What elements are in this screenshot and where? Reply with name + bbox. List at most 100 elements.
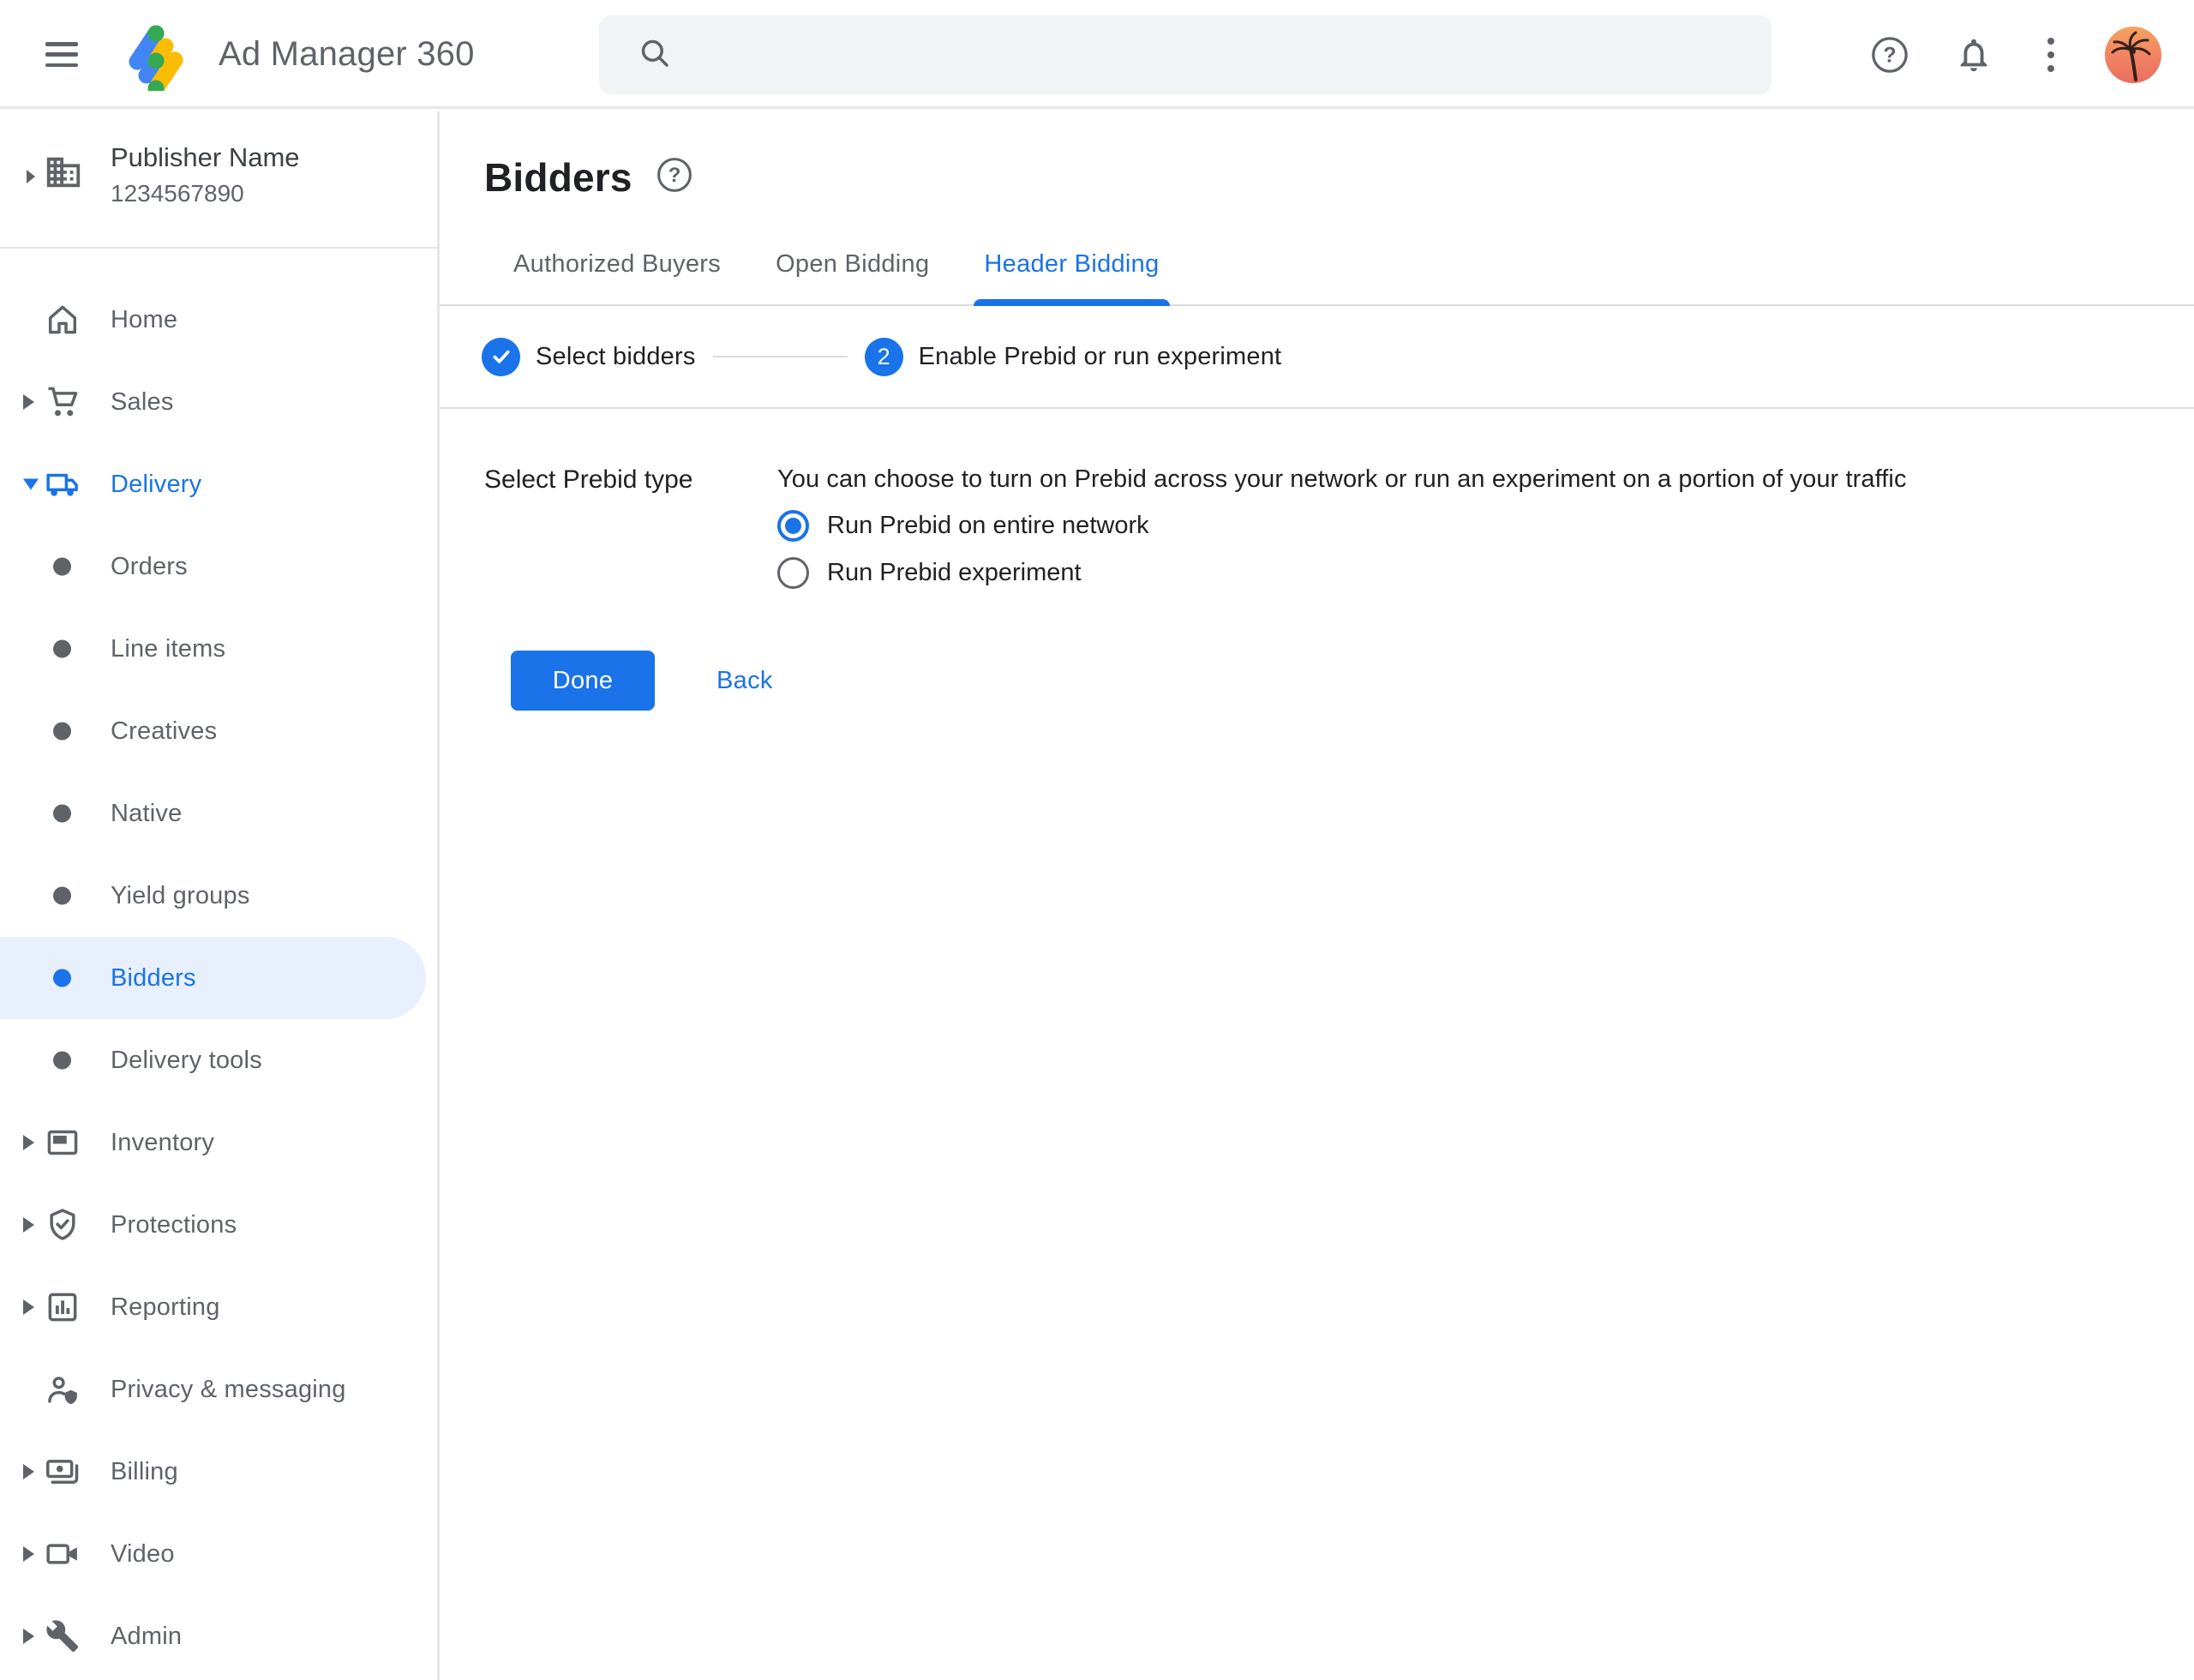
sidebar-item-label: Sales xyxy=(111,388,174,417)
sidebar-item-label: Video xyxy=(111,1540,175,1569)
sidebar-item-bidders[interactable]: Bidders xyxy=(0,937,426,1019)
more-options-icon[interactable] xyxy=(2038,38,2064,72)
form-field-label: Select Prebid type xyxy=(484,465,777,495)
bullet-icon xyxy=(53,887,71,905)
sidebar-item-delivery[interactable]: Delivery xyxy=(0,443,437,525)
sidebar-item-privacy-messaging[interactable]: Privacy & messaging xyxy=(0,1348,437,1431)
account-avatar[interactable] xyxy=(2105,27,2161,83)
sidebar-item-admin[interactable]: Admin xyxy=(0,1595,437,1677)
wrench-icon xyxy=(44,1617,81,1655)
sidebar-item-label: Bidders xyxy=(111,964,196,993)
radio-group: Run Prebid on entire network Run Prebid … xyxy=(777,507,2194,591)
expand-arrow-icon xyxy=(23,394,34,410)
expand-arrow-icon xyxy=(23,1217,34,1233)
sidebar-item-protections[interactable]: Protections xyxy=(0,1184,437,1266)
radio-unselected-icon[interactable] xyxy=(777,557,809,589)
collapse-arrow-icon xyxy=(23,479,39,490)
bullet-icon xyxy=(53,1052,71,1070)
truck-icon xyxy=(44,465,81,503)
ad-manager-logo-icon xyxy=(123,17,195,91)
bullet-icon xyxy=(53,558,71,576)
sidebar-item-creatives[interactable]: Creatives xyxy=(0,690,437,772)
step1-completed-check-icon xyxy=(482,338,520,376)
done-button[interactable]: Done xyxy=(511,651,655,711)
publisher-name: Publisher Name xyxy=(111,142,300,173)
publisher-switcher[interactable]: Publisher Name 1234567890 xyxy=(0,111,437,249)
bar-chart-icon xyxy=(44,1288,81,1326)
tab-authorized-buyers[interactable]: Authorized Buyers xyxy=(486,250,748,304)
sidebar-item-label: Billing xyxy=(111,1458,178,1486)
cart-icon xyxy=(44,383,81,421)
topbar-actions: ? xyxy=(1870,0,2161,109)
app-root: Ad Manager 360 ? xyxy=(0,0,2194,1680)
sidebar-item-reporting[interactable]: Reporting xyxy=(0,1266,437,1348)
bullet-icon xyxy=(53,969,71,987)
bullet-icon xyxy=(53,723,71,741)
expand-arrow-icon xyxy=(23,1464,34,1479)
notifications-bell-icon[interactable] xyxy=(1954,35,1993,75)
publisher-id: 1234567890 xyxy=(111,180,300,207)
bullet-icon xyxy=(53,805,71,823)
title-help-icon[interactable]: ? xyxy=(655,155,694,199)
sidebar-item-yield-groups[interactable]: Yield groups xyxy=(0,855,437,937)
sidebar-item-sales[interactable]: Sales xyxy=(0,361,437,443)
sidebar-item-label: Admin xyxy=(111,1623,182,1651)
chevron-right-icon xyxy=(25,168,37,189)
page-title: Bidders xyxy=(484,154,632,201)
sidebar-item-label: Line items xyxy=(111,635,225,663)
person-shield-icon xyxy=(44,1371,81,1408)
sidebar-item-delivery-tools[interactable]: Delivery tools xyxy=(0,1019,437,1101)
banknote-icon xyxy=(44,1453,81,1491)
search-input[interactable] xyxy=(599,15,1771,94)
sidebar: Publisher Name 1234567890 Home xyxy=(0,111,440,1680)
sidebar-item-video[interactable]: Video xyxy=(0,1513,437,1595)
home-icon xyxy=(44,301,81,339)
sidebar-item-label: Delivery tools xyxy=(111,1047,262,1075)
radio-option-entire-network[interactable]: Run Prebid on entire network xyxy=(777,507,2194,544)
stepper-connector xyxy=(713,356,848,357)
building-icon xyxy=(44,153,83,196)
radio-selected-icon[interactable] xyxy=(777,510,809,542)
sidebar-item-label: Reporting xyxy=(111,1293,220,1322)
sidebar-item-home[interactable]: Home xyxy=(0,279,437,361)
expand-arrow-icon xyxy=(23,1135,34,1150)
step2-label: Enable Prebid or run experiment xyxy=(919,343,1282,371)
step2-number-badge: 2 xyxy=(865,338,903,376)
sidebar-item-label: Privacy & messaging xyxy=(111,1376,346,1404)
stepper: Select bidders 2 Enable Prebid or run ex… xyxy=(440,306,2194,409)
tab-open-bidding[interactable]: Open Bidding xyxy=(748,250,956,304)
svg-text:?: ? xyxy=(668,164,680,187)
videocam-icon xyxy=(44,1535,81,1573)
form-description: You can choose to turn on Prebid across … xyxy=(777,465,1907,494)
radio-option-experiment[interactable]: Run Prebid experiment xyxy=(777,554,2194,591)
sidebar-item-label: Orders xyxy=(111,553,188,581)
search-icon xyxy=(637,35,673,75)
radio-option-label: Run Prebid experiment xyxy=(827,559,1082,587)
svg-text:?: ? xyxy=(1883,43,1896,67)
shield-check-icon xyxy=(44,1206,81,1244)
tab-header-bidding[interactable]: Header Bidding xyxy=(956,250,1186,304)
expand-arrow-icon xyxy=(23,1546,34,1562)
expand-arrow-icon xyxy=(23,1299,34,1315)
sidebar-item-label: Creatives xyxy=(111,717,217,746)
sidebar-item-label: Protections xyxy=(111,1211,237,1239)
sidebar-item-orders[interactable]: Orders xyxy=(0,525,437,608)
radio-option-label: Run Prebid on entire network xyxy=(827,512,1149,540)
expand-arrow-icon xyxy=(23,1629,34,1644)
sidebar-nav: Home Sales xyxy=(0,279,437,1677)
page-header: Bidders ? xyxy=(440,111,2194,207)
sidebar-item-inventory[interactable]: Inventory xyxy=(0,1101,437,1184)
step1-label[interactable]: Select bidders xyxy=(536,343,696,371)
main-content: Bidders ? Authorized Buyers Open Bidding… xyxy=(440,111,2194,1680)
bullet-icon xyxy=(53,640,71,658)
sidebar-item-line-items[interactable]: Line items xyxy=(0,608,437,690)
form-actions: Done Back xyxy=(511,651,2194,711)
sidebar-item-native[interactable]: Native xyxy=(0,772,437,855)
sidebar-item-label: Inventory xyxy=(111,1129,214,1157)
menu-icon[interactable] xyxy=(45,42,78,67)
prebid-form: Select Prebid type You can choose to tur… xyxy=(440,409,2194,711)
help-icon[interactable]: ? xyxy=(1870,35,1909,75)
back-button[interactable]: Back xyxy=(699,655,790,707)
sidebar-item-billing[interactable]: Billing xyxy=(0,1431,437,1513)
ad-unit-icon xyxy=(44,1124,81,1161)
